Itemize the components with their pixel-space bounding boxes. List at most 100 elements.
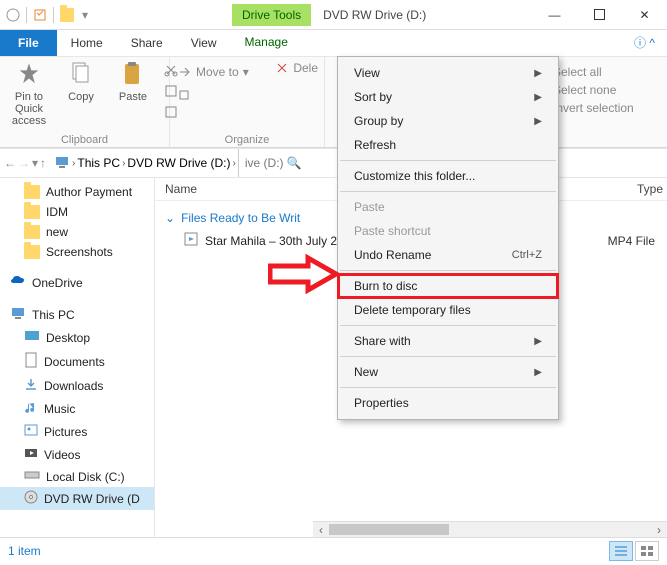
properties-qat-icon[interactable] — [33, 8, 47, 22]
cm-properties[interactable]: Properties — [338, 391, 558, 415]
tree-item-desktop[interactable]: Desktop — [0, 326, 154, 349]
tree-item-this-pc[interactable]: This PC — [0, 303, 154, 326]
minimize-button[interactable]: — — [532, 0, 577, 30]
copy-button[interactable]: Copy — [60, 61, 102, 103]
cm-sort-by[interactable]: Sort by▶ — [338, 85, 558, 109]
cm-paste-shortcut: Paste shortcut — [338, 219, 558, 243]
paste-button[interactable]: Paste — [112, 61, 154, 103]
chevron-right-icon: ▶ — [534, 92, 542, 103]
tab-home[interactable]: Home — [57, 30, 117, 56]
nav-back-icon[interactable]: ← — [4, 156, 16, 170]
scroll-thumb[interactable] — [329, 524, 449, 535]
cm-view[interactable]: View▶ — [338, 61, 558, 85]
window-title: DVD RW Drive (D:) — [323, 8, 426, 22]
pc-icon — [10, 306, 26, 323]
keyboard-shortcut: Ctrl+Z — [512, 249, 542, 261]
search-box[interactable]: ive (D:) 🔍 — [238, 149, 308, 177]
group-label: Clipboard — [0, 134, 169, 146]
column-type[interactable]: Type — [637, 182, 663, 196]
tree-item-videos[interactable]: Videos — [0, 443, 154, 466]
separator — [340, 191, 556, 192]
search-icon[interactable]: 🔍 — [287, 156, 302, 170]
tree-item-dvd-drive[interactable]: DVD RW Drive (D — [0, 487, 154, 510]
scroll-left-icon[interactable]: ‹ — [313, 522, 329, 537]
search-placeholder: ive (D:) — [245, 156, 284, 170]
tab-view[interactable]: View — [177, 30, 231, 56]
address-bar[interactable]: ← → ▾ ↑ › This PC › DVD RW Drive (D:) › … — [0, 148, 667, 178]
tree-item-screenshots[interactable]: Screenshots — [0, 242, 154, 262]
close-button[interactable]: ✕ — [622, 0, 667, 30]
context-menu: View▶ Sort by▶ Group by▶ Refresh Customi… — [337, 56, 559, 420]
chevron-right-icon[interactable]: › — [233, 158, 236, 169]
chevron-right-icon: ▶ — [534, 336, 542, 347]
horizontal-scrollbar[interactable]: ‹ › — [313, 521, 667, 537]
desktop-icon — [24, 329, 40, 346]
navigation-tree[interactable]: Author Payment IDM new Screenshots OneDr… — [0, 178, 155, 537]
pictures-icon — [24, 423, 38, 440]
video-file-icon — [183, 231, 199, 250]
tree-item-music[interactable]: Music — [0, 397, 154, 420]
tree-item-author-payment[interactable]: Author Payment — [0, 182, 154, 202]
annotation-arrow-icon — [268, 254, 340, 297]
cm-refresh[interactable]: Refresh — [338, 133, 558, 157]
chevron-right-icon[interactable]: › — [122, 158, 125, 169]
documents-icon — [24, 352, 38, 371]
nav-forward-icon[interactable]: → — [18, 156, 30, 170]
cm-burn-to-disc[interactable]: Burn to disc — [338, 274, 558, 298]
file-type: MP4 File — [608, 234, 655, 248]
tab-share[interactable]: Share — [117, 30, 177, 56]
details-view-button[interactable] — [609, 541, 633, 561]
breadcrumb-drive[interactable]: DVD RW Drive (D:) — [127, 156, 230, 170]
nav-back-icon[interactable] — [6, 8, 20, 22]
separator — [53, 7, 54, 23]
maximize-button[interactable] — [577, 0, 622, 30]
ribbon: Pin to Quick access Copy Paste Clipboard… — [0, 56, 667, 148]
tree-item-idm[interactable]: IDM — [0, 202, 154, 222]
tree-item-downloads[interactable]: Downloads — [0, 374, 154, 397]
chevron-down-icon[interactable]: ⌄ — [165, 211, 175, 225]
paste-label: Paste — [119, 91, 147, 103]
tree-item-documents[interactable]: Documents — [0, 349, 154, 374]
cm-new[interactable]: New▶ — [338, 360, 558, 384]
copy-label: Copy — [68, 91, 94, 103]
tree-item-new[interactable]: new — [0, 222, 154, 242]
separator — [340, 356, 556, 357]
cm-delete-temp[interactable]: Delete temporary files — [338, 298, 558, 322]
qat-dropdown-icon[interactable]: ▾ — [78, 8, 92, 22]
copy-to-button[interactable] — [178, 89, 316, 103]
downloads-icon — [24, 377, 38, 394]
separator — [340, 387, 556, 388]
chevron-right-icon: ▶ — [534, 116, 542, 127]
tab-manage[interactable]: Manage — [231, 30, 302, 56]
folder-icon — [24, 185, 40, 199]
window-controls: — ✕ — [532, 0, 667, 30]
breadcrumb-this-pc[interactable]: This PC — [77, 156, 120, 170]
delete-button[interactable]: Dele — [275, 61, 318, 75]
folder-icon — [24, 205, 40, 219]
chevron-right-icon[interactable]: › — [72, 158, 75, 169]
cm-group-by[interactable]: Group by▶ — [338, 109, 558, 133]
nav-up-icon[interactable]: ↑ — [40, 156, 46, 170]
pin-to-quick-access-button[interactable]: Pin to Quick access — [8, 61, 50, 127]
folder-qat-icon[interactable] — [60, 8, 74, 22]
select-none-button[interactable]: Select none — [553, 83, 659, 97]
nav-recent-icon[interactable]: ▾ — [32, 156, 38, 170]
large-icons-view-button[interactable] — [635, 541, 659, 561]
cm-undo-rename[interactable]: Undo RenameCtrl+Z — [338, 243, 558, 267]
pin-label: Pin to Quick access — [8, 91, 50, 127]
cm-customize[interactable]: Customize this folder... — [338, 164, 558, 188]
ribbon-collapse-icon[interactable]: ⓘ ^ — [622, 30, 667, 56]
cm-paste: Paste — [338, 195, 558, 219]
scroll-right-icon[interactable]: › — [651, 522, 667, 537]
tree-item-onedrive[interactable]: OneDrive — [0, 272, 154, 293]
ribbon-group-clipboard: Pin to Quick access Copy Paste Clipboard — [0, 57, 170, 147]
column-name[interactable]: Name — [165, 182, 197, 196]
invert-selection-button[interactable]: Invert selection — [553, 101, 659, 115]
group-label: Organize — [170, 134, 324, 146]
videos-icon — [24, 446, 38, 463]
tree-item-pictures[interactable]: Pictures — [0, 420, 154, 443]
tab-file[interactable]: File — [0, 30, 57, 56]
tree-item-local-disk[interactable]: Local Disk (C:) — [0, 466, 154, 487]
select-all-button[interactable]: Select all — [553, 65, 659, 79]
cm-share-with[interactable]: Share with▶ — [338, 329, 558, 353]
